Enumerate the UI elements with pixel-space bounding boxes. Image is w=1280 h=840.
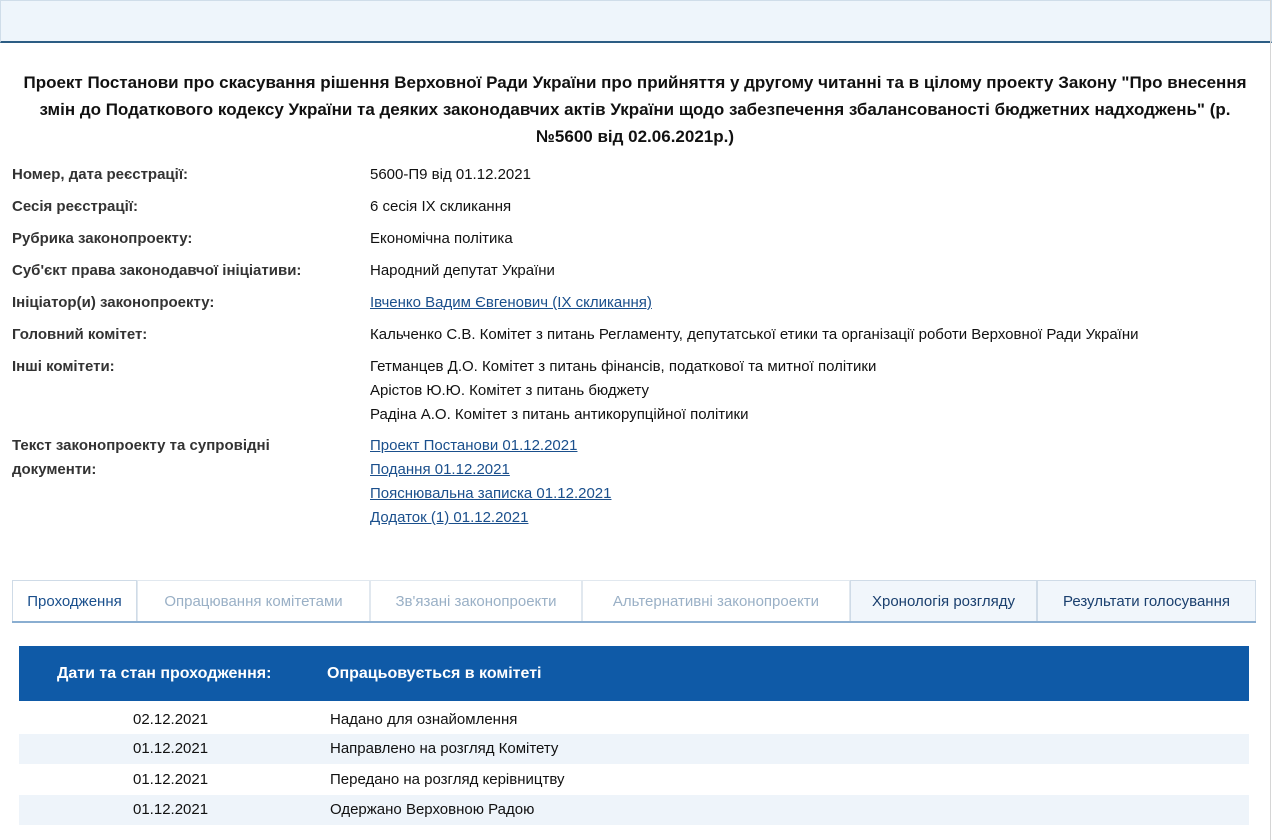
history-row: 01.12.2021 Передано на розгляд керівницт… xyxy=(19,765,1249,795)
history-date: 01.12.2021 xyxy=(133,771,209,788)
bill-title: Проект Постанови про скасування рішення … xyxy=(23,73,1247,146)
rubric-label: Рубрика законопроекту: xyxy=(12,230,193,247)
tab-passage[interactable]: Проходження xyxy=(12,580,137,621)
history-row: 02.12.2021 Надано для ознайомлення xyxy=(19,705,1249,735)
document-item: Додаток (1) 01.12.2021 xyxy=(370,506,528,530)
history-event: Одержано Верховною Радою xyxy=(330,801,535,818)
tab-voting-results[interactable]: Результати голосування xyxy=(1037,580,1256,621)
initiators-value: Івченко Вадим Євгенович (IX скликання) xyxy=(370,291,652,315)
history-row: 01.12.2021 Направлено на розгляд Комітет… xyxy=(19,734,1249,764)
status-label: Дати та стан проходження: xyxy=(57,665,272,682)
document-link-draft[interactable]: Проект Постанови 01.12.2021 xyxy=(370,437,577,454)
session-value: 6 сесія IX скликання xyxy=(370,198,512,215)
reg-number-label: Номер, дата реєстрації: xyxy=(12,166,189,183)
initiators-label: Ініціатор(и) законопроекту: xyxy=(12,294,215,311)
other-committee-2: Арістов Ю.Ю. Комітет з питань бюджету xyxy=(370,382,650,399)
tab-related-bills[interactable]: Зв'язані законопроекти xyxy=(370,580,582,621)
tab-bar: Проходження Опрацювання комітетами Зв'яз… xyxy=(12,580,1256,623)
document-item: Проект Постанови 01.12.2021 xyxy=(370,434,577,458)
subject-label: Суб'єкт права законодавчої ініціативи: xyxy=(12,262,302,279)
status-header: Дати та стан проходження: Опрацьовується… xyxy=(19,646,1249,701)
initiator-link[interactable]: Івченко Вадим Євгенович (IX скликання) xyxy=(370,294,652,311)
documents-label-line1: Текст законопроекту та супровідні xyxy=(12,437,270,454)
history-row: 01.12.2021 Одержано Верховною Радою xyxy=(19,795,1249,825)
main-committee-value: Кальченко С.В. Комітет з питань Регламен… xyxy=(370,326,1139,343)
documents-label-line2: документи: xyxy=(12,461,97,478)
reg-number-value: 5600-П9 від 01.12.2021 xyxy=(370,166,531,183)
tab-committee-processing[interactable]: Опрацювання комітетами xyxy=(137,580,370,621)
other-committees-label: Інші комітети: xyxy=(12,358,115,375)
rubric-value: Економічна політика xyxy=(370,230,513,247)
document-link-explanatory-note[interactable]: Пояснювальна записка 01.12.2021 xyxy=(370,485,611,502)
other-committee-1: Гетманцев Д.О. Комітет з питань фінансів… xyxy=(370,358,877,375)
history-event: Направлено на розгляд Комітету xyxy=(330,740,559,757)
history-date: 02.12.2021 xyxy=(133,711,209,728)
session-label: Сесія реєстрації: xyxy=(12,198,138,215)
main-committee-label: Головний комітет: xyxy=(12,326,148,343)
subject-value: Народний депутат України xyxy=(370,262,555,279)
document-item: Пояснювальна записка 01.12.2021 xyxy=(370,482,611,506)
document-link-submission[interactable]: Подання 01.12.2021 xyxy=(370,461,510,478)
document-item: Подання 01.12.2021 xyxy=(370,458,510,482)
page-edge-divider xyxy=(1270,0,1271,840)
history-date: 01.12.2021 xyxy=(133,740,209,757)
top-bar xyxy=(0,0,1272,43)
status-value: Опрацьовується в комітеті xyxy=(327,665,542,682)
history-date: 01.12.2021 xyxy=(133,801,209,818)
history-event: Передано на розгляд керівництву xyxy=(330,771,565,788)
tab-alternative-bills[interactable]: Альтернативні законопроекти xyxy=(582,580,850,621)
history-event: Надано для ознайомлення xyxy=(330,711,518,728)
document-link-appendix[interactable]: Додаток (1) 01.12.2021 xyxy=(370,509,528,526)
tab-chronology[interactable]: Хронологія розгляду xyxy=(850,580,1037,621)
other-committee-3: Радіна А.О. Комітет з питань антикорупці… xyxy=(370,406,749,423)
